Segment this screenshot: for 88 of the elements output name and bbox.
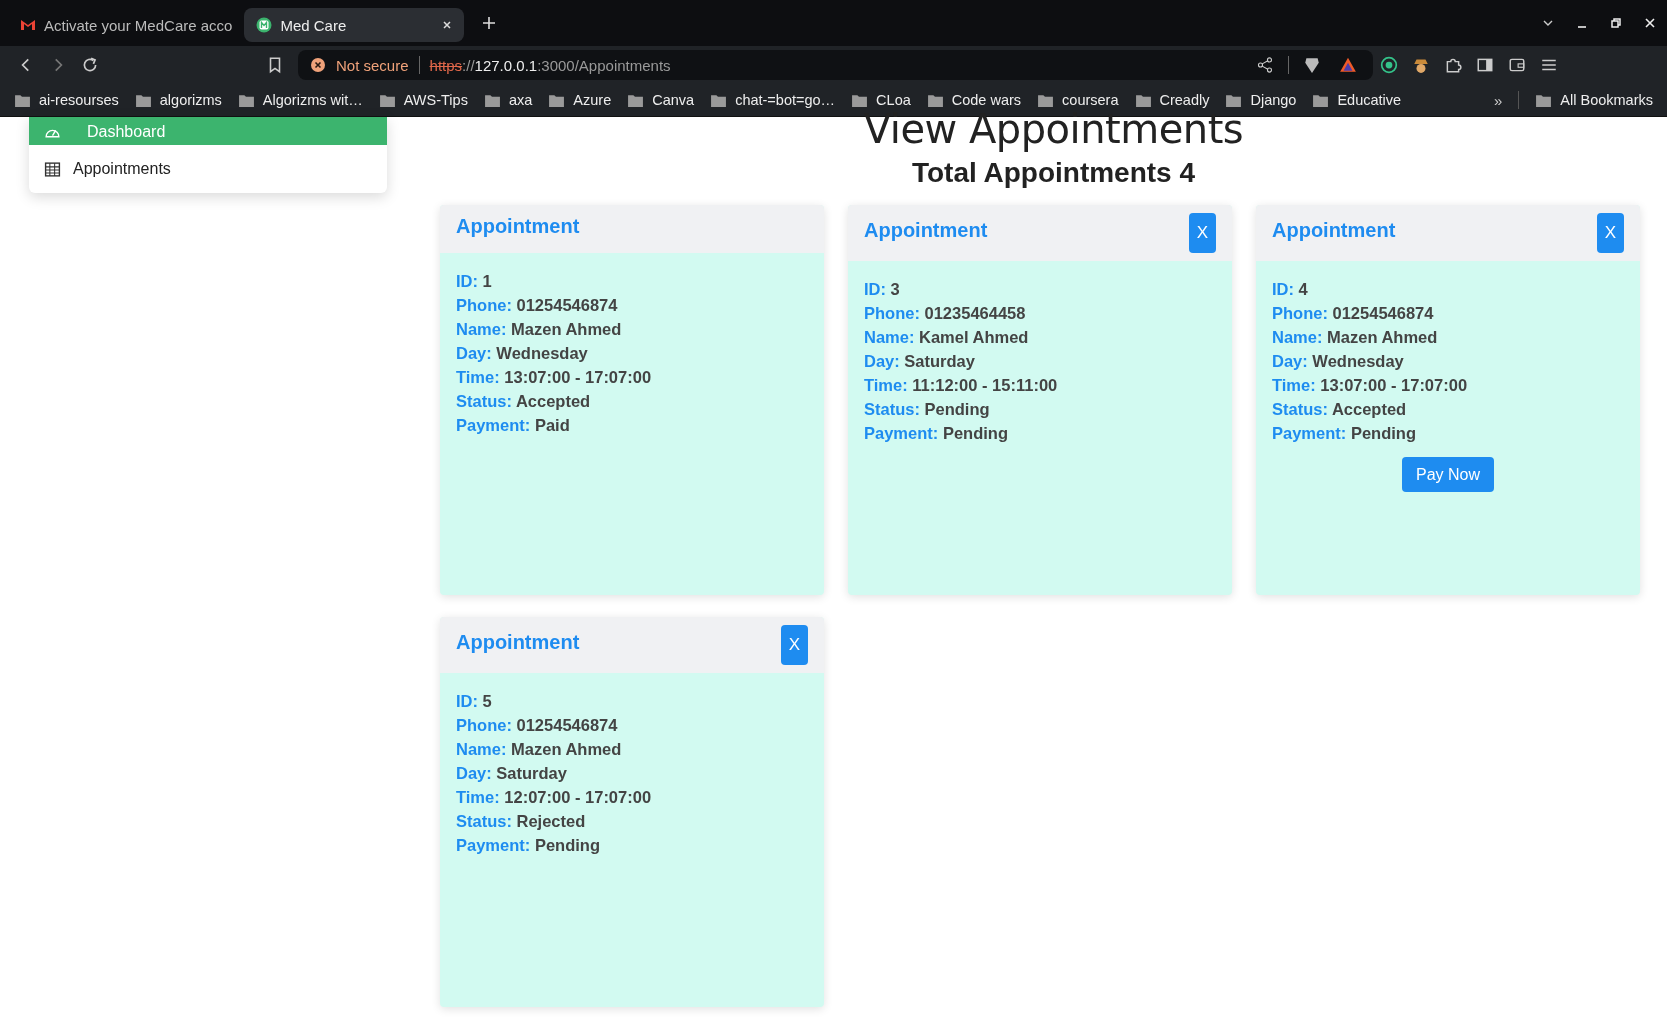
bookmark-item[interactable]: AWS-Tips xyxy=(378,92,468,108)
folder-icon xyxy=(1312,92,1330,108)
folder-icon xyxy=(851,92,869,108)
folder-icon xyxy=(926,92,944,108)
triangle-icon[interactable] xyxy=(1339,56,1357,74)
field-line: Payment: Pending xyxy=(864,423,1009,444)
field-line: ID: 4 xyxy=(1272,279,1309,300)
target-icon[interactable] xyxy=(1380,56,1398,74)
url-text: https://127.0.0.1:3000/Appointments xyxy=(429,56,671,74)
folder-icon xyxy=(1037,92,1055,108)
card-title: Appointment xyxy=(864,219,988,242)
field-line: Name: Mazen Ahmed xyxy=(1272,327,1439,348)
field-line: Day: Wednesday xyxy=(456,343,589,364)
browser-tab[interactable]: Med Care xyxy=(244,8,465,42)
bookmark-item[interactable]: ai-resourses xyxy=(14,92,119,108)
field-line: Status: Accepted xyxy=(1272,399,1408,420)
bookmark-item[interactable]: Creadly xyxy=(1134,92,1210,108)
field-line: ID: 1 xyxy=(456,271,493,292)
security-label: Not secure xyxy=(336,56,409,74)
page-title: View Appointments xyxy=(863,107,1244,151)
folder-icon xyxy=(548,92,566,108)
field-line: Phone: 01254546874 xyxy=(1272,303,1435,324)
bookmark-item[interactable]: Code wars xyxy=(926,92,1022,108)
folder-icon xyxy=(237,92,255,108)
all-bookmarks-item[interactable]: All Bookmarks xyxy=(1535,92,1653,108)
field-line: Time: 13:07:00 - 17:07:00 xyxy=(1272,375,1469,396)
field-line: ID: 3 xyxy=(864,279,901,300)
field-line: Time: 12:07:00 - 17:07:00 xyxy=(456,787,653,808)
bookmark-item[interactable]: Educative xyxy=(1312,92,1402,108)
field-line: Status: Accepted xyxy=(456,391,592,412)
puzzle-icon[interactable] xyxy=(1444,56,1462,74)
browser-tab[interactable]: Activate your MedCare acco xyxy=(8,8,245,42)
more-bookmarks-button[interactable]: » xyxy=(1494,91,1503,109)
field-line: Name: Mazen Ahmed xyxy=(456,319,623,340)
table-icon xyxy=(44,160,61,178)
bookmark-item[interactable]: axa xyxy=(483,92,533,108)
share-icon[interactable] xyxy=(1256,56,1274,74)
warning-icon xyxy=(310,57,326,73)
restore-icon[interactable] xyxy=(1610,17,1622,29)
bookmark-item[interactable]: Algorizms wit… xyxy=(237,92,363,108)
folder-icon xyxy=(1535,92,1553,108)
address-bar[interactable]: Not secure https://127.0.0.1:3000/Appointments xyxy=(298,50,1373,80)
bookmark-item[interactable]: Django xyxy=(1225,92,1297,108)
card-title: Appointment xyxy=(456,215,580,238)
bookmark-item[interactable]: CLoa xyxy=(851,92,911,108)
sidebar-item[interactable]: Appointments xyxy=(29,145,387,193)
field-line: Time: 11:12:00 - 15:11:00 xyxy=(864,375,1059,396)
mail-icon xyxy=(20,17,36,33)
field-line: Name: Kamel Ahmed xyxy=(864,327,1030,348)
bookmark-item[interactable]: chat-=bot=go… xyxy=(710,92,836,108)
field-line: Payment: Pending xyxy=(456,835,601,856)
field-line: Day: Saturday xyxy=(864,351,976,372)
field-line: Status: Rejected xyxy=(456,811,587,832)
close-icon[interactable] xyxy=(442,20,453,30)
field-line: Day: Wednesday xyxy=(1272,351,1405,372)
field-line: Name: Mazen Ahmed xyxy=(456,739,623,760)
field-line: Payment: Paid xyxy=(456,415,571,436)
spy-icon[interactable] xyxy=(1412,56,1430,74)
field-line: Day: Saturday xyxy=(456,763,568,784)
folder-icon xyxy=(14,92,31,108)
bookmark-item[interactable]: Azure xyxy=(548,92,612,108)
wallet-icon[interactable] xyxy=(1508,56,1526,74)
bookmark-item[interactable]: Canva xyxy=(627,92,695,108)
bookmark-item[interactable]: coursera xyxy=(1037,92,1119,108)
folder-icon xyxy=(627,92,645,108)
card-title: Appointment xyxy=(1272,219,1396,242)
card-title: Appointment xyxy=(456,631,580,654)
shield-icon[interactable] xyxy=(1303,56,1321,74)
new-tab-icon[interactable] xyxy=(482,16,497,30)
folder-icon xyxy=(710,92,728,108)
folder-icon xyxy=(1134,92,1152,108)
field-line: Phone: 01254546874 xyxy=(456,715,619,736)
field-line: Phone: 01235464458 xyxy=(864,303,1027,324)
sidebar-icon[interactable] xyxy=(1476,56,1494,74)
folder-icon xyxy=(378,92,396,108)
site-icon xyxy=(256,17,273,33)
folder-icon xyxy=(483,92,501,108)
field-line: Time: 13:07:00 - 17:07:00 xyxy=(456,367,653,388)
field-line: ID: 5 xyxy=(456,691,493,712)
reload-icon[interactable] xyxy=(81,56,99,74)
folder-icon xyxy=(1225,92,1243,108)
total-count: Total Appointments 4 xyxy=(911,157,1196,189)
field-line: Payment: Pending xyxy=(1272,423,1417,444)
bookmark-item[interactable]: algorizms xyxy=(134,92,222,108)
close-icon[interactable] xyxy=(1644,17,1656,29)
folder-icon xyxy=(134,92,152,108)
field-line: Phone: 01254546874 xyxy=(456,295,619,316)
field-line: Status: Pending xyxy=(864,399,991,420)
